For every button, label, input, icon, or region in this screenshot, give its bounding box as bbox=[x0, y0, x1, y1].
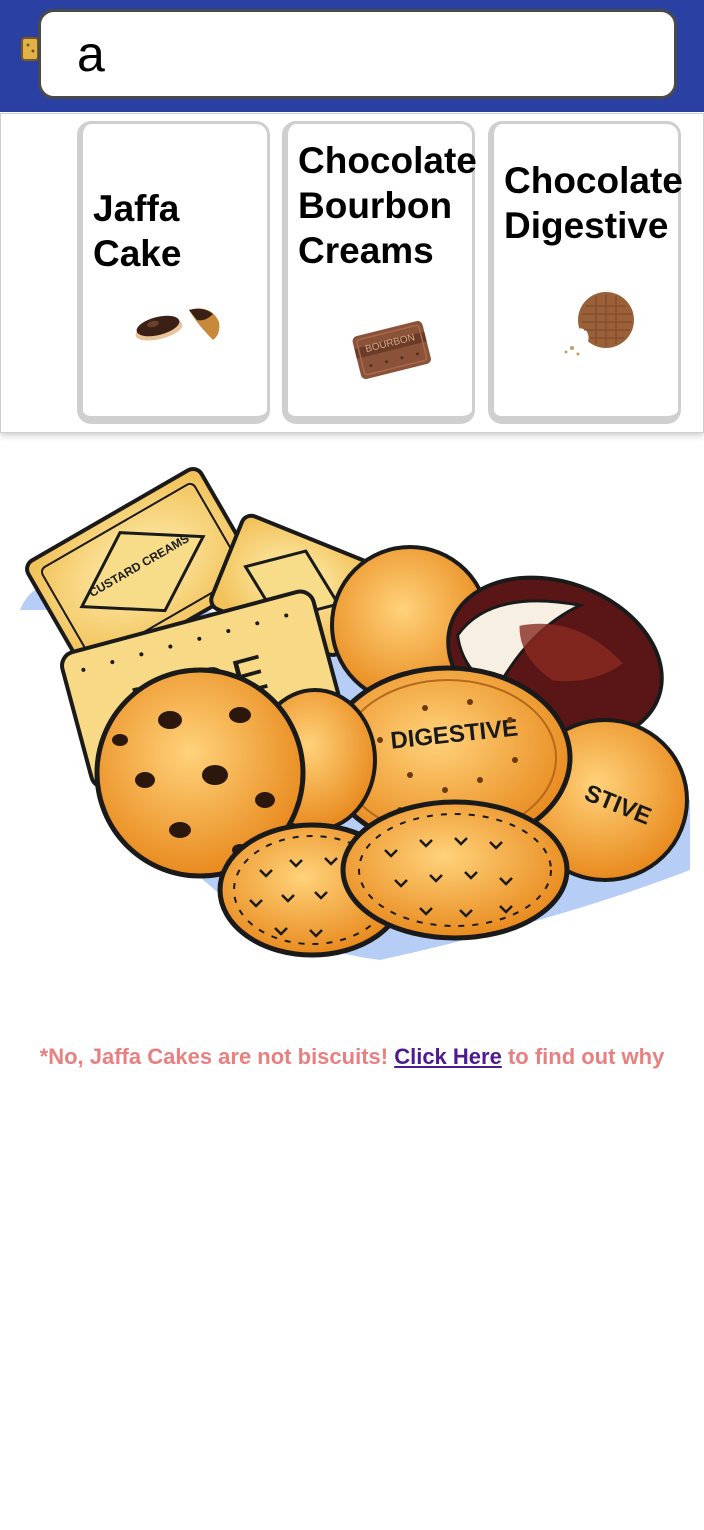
result-card-chocolate-digestive[interactable]: Chocolate Digestive bbox=[488, 121, 683, 424]
result-card-chocolate-bourbon-creams[interactable]: Chocolate Bourbon Creams BOURBON bbox=[282, 121, 477, 424]
result-card-jaffa-cake[interactable]: Jaffa Cake bbox=[77, 121, 270, 424]
chocolate-digestive-image bbox=[564, 292, 634, 356]
bourbon-biscuit-image: BOURBON bbox=[352, 321, 431, 380]
jaffa-cake-image bbox=[135, 308, 220, 341]
footnote-prefix: *No, Jaffa Cakes are not biscuits! bbox=[39, 1044, 395, 1069]
result-card-title: Jaffa Cake bbox=[93, 188, 182, 274]
biscuit-pile-illustration: CUSTARD CREAMS NICE STIVE DIGESTIVE bbox=[20, 467, 690, 960]
footnote-suffix: to find out why bbox=[501, 1044, 665, 1069]
search-results-list: Jaffa Cake Chocolate Bourbon Creams BOUR… bbox=[0, 113, 704, 433]
click-here-link[interactable]: Click Here bbox=[394, 1044, 502, 1069]
search-input[interactable] bbox=[38, 9, 677, 99]
result-card-title: Chocolate Bourbon Creams bbox=[298, 140, 477, 271]
result-card-title: Chocolate Digestive bbox=[504, 160, 683, 246]
app-header bbox=[0, 0, 704, 112]
jaffa-cake-footnote: *No, Jaffa Cakes are not biscuits! Click… bbox=[0, 1044, 704, 1070]
